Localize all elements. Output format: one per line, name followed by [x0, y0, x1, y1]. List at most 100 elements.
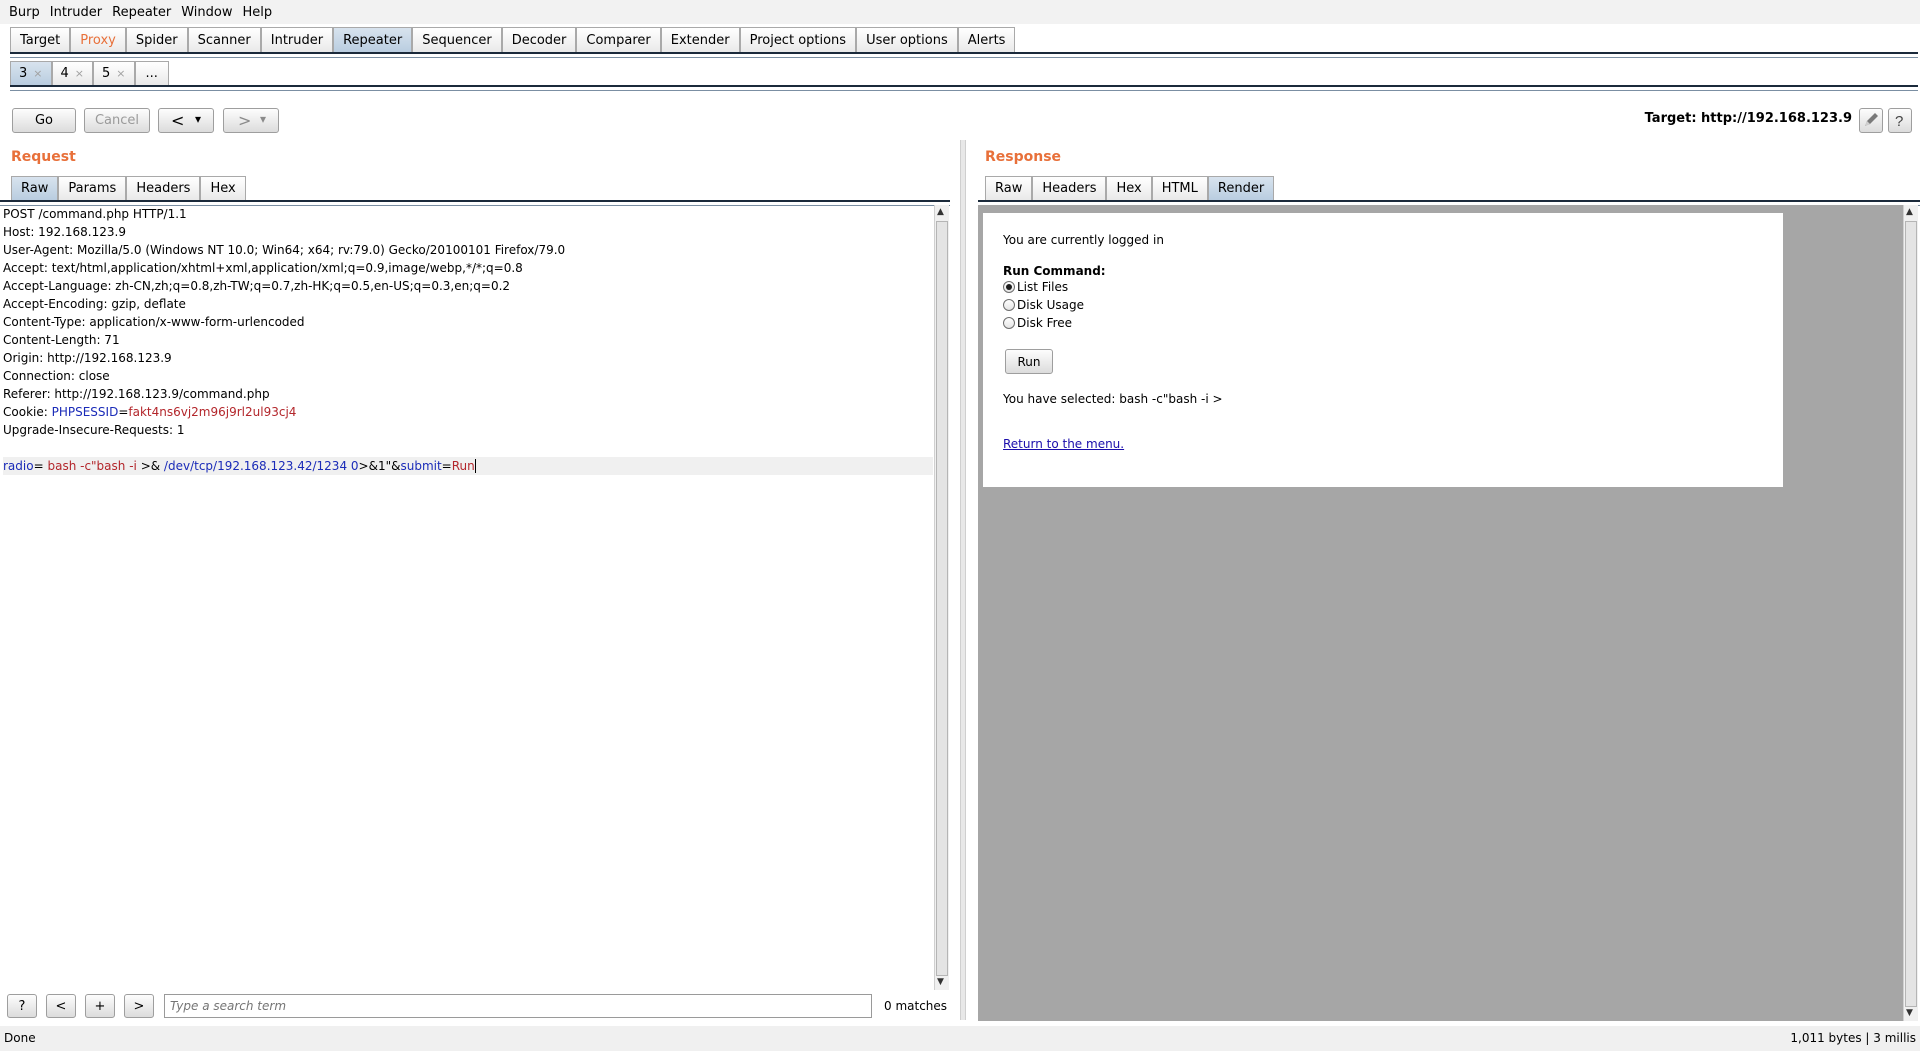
menu-repeater[interactable]: Repeater — [107, 0, 176, 21]
scroll-down-icon[interactable]: ▼ — [937, 977, 944, 987]
request-line: Accept: text/html,application/xhtml+xml,… — [3, 261, 523, 275]
svg-text:?: ? — [1895, 113, 1903, 130]
request-line: POST /command.php HTTP/1.1 — [3, 207, 187, 221]
status-bar: Done 1,011 bytes | 3 millis — [0, 1026, 1920, 1051]
request-scrollbar[interactable]: ▲ ▼ — [934, 205, 949, 990]
tab-project-options[interactable]: Project options — [739, 27, 857, 52]
tab-target[interactable]: Target — [10, 27, 71, 52]
tab-sequencer[interactable]: Sequencer — [412, 27, 502, 52]
request-tab-bar: Raw Params Headers Hex — [11, 176, 246, 200]
param-value: bash -c"bash -i — [43, 459, 141, 473]
rendered-page: You are currently logged in Run Command:… — [983, 213, 1783, 487]
repeater-tab-more[interactable]: ... — [134, 61, 169, 85]
request-editor[interactable]: POST /command.php HTTP/1.1 Host: 192.168… — [3, 205, 933, 985]
cancel-button[interactable]: Cancel — [84, 108, 150, 133]
request-line: Connection: close — [3, 369, 110, 383]
repeater-tab-4[interactable]: 4 × — [51, 61, 93, 85]
scroll-thumb[interactable] — [1905, 221, 1917, 1007]
tab-extender[interactable]: Extender — [660, 27, 740, 52]
tab-alerts[interactable]: Alerts — [957, 27, 1016, 52]
return-menu-link[interactable]: Return to the menu. — [1003, 437, 1124, 451]
main-tab-divider — [10, 52, 1918, 58]
response-tab-render[interactable]: Render — [1207, 176, 1275, 200]
split-pane-divider[interactable] — [960, 140, 966, 1020]
radio-button[interactable] — [1003, 299, 1015, 311]
tab-scanner[interactable]: Scanner — [187, 27, 261, 52]
response-tab-hex[interactable]: Hex — [1106, 176, 1152, 200]
menu-intruder[interactable]: Intruder — [45, 0, 107, 21]
radio-button[interactable] — [1003, 317, 1015, 329]
param-name: radio — [3, 459, 34, 473]
response-tab-raw[interactable]: Raw — [985, 176, 1033, 200]
forward-arrow-icon: > — [238, 111, 252, 130]
request-line: Origin: http://192.168.123.9 — [3, 351, 172, 365]
tab-repeater[interactable]: Repeater — [333, 27, 413, 52]
search-prev-button[interactable]: < — [46, 994, 76, 1018]
scroll-down-icon[interactable]: ▼ — [1906, 1008, 1913, 1018]
request-line: Upgrade-Insecure-Requests: 1 — [3, 423, 185, 437]
cookie-line: Cookie: PHPSESSID=fakt4ns6vj2m96j9rl2ul9… — [3, 405, 297, 419]
param-value: Run — [451, 459, 475, 473]
go-button[interactable]: Go — [12, 108, 76, 133]
radio-option-disk-usage[interactable]: Disk Usage — [1003, 298, 1084, 312]
dropdown-arrow-icon: ▾ — [195, 112, 202, 126]
response-scrollbar[interactable]: ▲ ▼ — [1903, 205, 1918, 1021]
repeater-tab-3[interactable]: 3 × — [10, 61, 52, 85]
menu-burp[interactable]: Burp — [0, 0, 45, 21]
back-button[interactable]: < ▾ — [158, 108, 214, 133]
scroll-up-icon[interactable]: ▲ — [1906, 207, 1913, 217]
forward-button[interactable]: > ▾ — [223, 108, 279, 133]
response-size: 1,011 bytes | 3 millis — [1790, 1031, 1916, 1045]
request-line: Accept-Encoding: gzip, deflate — [3, 297, 186, 311]
param-name: submit — [400, 459, 442, 473]
menu-help[interactable]: Help — [238, 0, 278, 21]
request-tab-raw[interactable]: Raw — [11, 176, 59, 200]
request-line: Accept-Language: zh-CN,zh;q=0.8,zh-TW;q=… — [3, 279, 511, 293]
help-button[interactable]: ? — [1888, 108, 1912, 133]
search-help-button[interactable]: ? — [7, 994, 37, 1018]
radio-button[interactable] — [1003, 281, 1015, 293]
response-title: Response — [985, 149, 1062, 165]
text-cursor — [474, 459, 476, 473]
tab-comparer[interactable]: Comparer — [576, 27, 661, 52]
close-icon[interactable]: × — [75, 67, 84, 80]
menu-window[interactable]: Window — [176, 0, 237, 21]
response-tab-bar: Raw Headers Hex HTML Render — [985, 176, 1275, 200]
radio-option-list-files[interactable]: List Files — [1003, 280, 1068, 294]
repeater-tab-5[interactable]: 5 × — [93, 61, 135, 85]
status-text: Done — [4, 1031, 36, 1045]
tab-intruder[interactable]: Intruder — [260, 27, 334, 52]
cookie-value: fakt4ns6vj2m96j9rl2ul93cj4 — [128, 405, 297, 419]
scroll-up-icon[interactable]: ▲ — [937, 207, 944, 217]
request-tab-headers[interactable]: Headers — [126, 176, 201, 200]
help-icon: ? — [1895, 113, 1903, 130]
tab-proxy[interactable]: Proxy — [70, 27, 126, 52]
response-tab-html[interactable]: HTML — [1151, 176, 1208, 200]
request-line: Referer: http://192.168.123.9/command.ph… — [3, 387, 270, 401]
radio-option-disk-free[interactable]: Disk Free — [1003, 316, 1072, 330]
run-button[interactable]: Run — [1005, 349, 1053, 374]
repeater-tab-bar: 3 × 4 × 5 × ... — [10, 61, 169, 85]
tab-user-options[interactable]: User options — [856, 27, 958, 52]
request-line: Content-Length: 71 — [3, 333, 120, 347]
search-next-button[interactable]: > — [124, 994, 154, 1018]
pencil-icon — [1865, 113, 1878, 126]
search-matches: 0 matches — [884, 999, 948, 1013]
request-tab-params[interactable]: Params — [58, 176, 127, 200]
request-tab-hex[interactable]: Hex — [200, 176, 246, 200]
main-tab-bar: Target Proxy Spider Scanner Intruder Rep… — [10, 27, 1016, 52]
tab-spider[interactable]: Spider — [125, 27, 188, 52]
render-area: You are currently logged in Run Command:… — [978, 205, 1903, 1021]
edit-target-button[interactable] — [1859, 108, 1883, 133]
request-title: Request — [11, 149, 76, 165]
response-tab-headers[interactable]: Headers — [1032, 176, 1107, 200]
close-icon[interactable]: × — [33, 67, 42, 80]
close-icon[interactable]: × — [116, 67, 125, 80]
request-line: User-Agent: Mozilla/5.0 (Windows NT 10.0… — [3, 243, 566, 257]
tab-decoder[interactable]: Decoder — [501, 27, 577, 52]
search-add-button[interactable]: + — [85, 994, 115, 1018]
search-input[interactable] — [164, 994, 872, 1018]
scroll-thumb[interactable] — [936, 221, 948, 976]
target-label: Target: http://192.168.123.9 — [1644, 111, 1852, 126]
cookie-name: PHPSESSID — [51, 405, 119, 419]
